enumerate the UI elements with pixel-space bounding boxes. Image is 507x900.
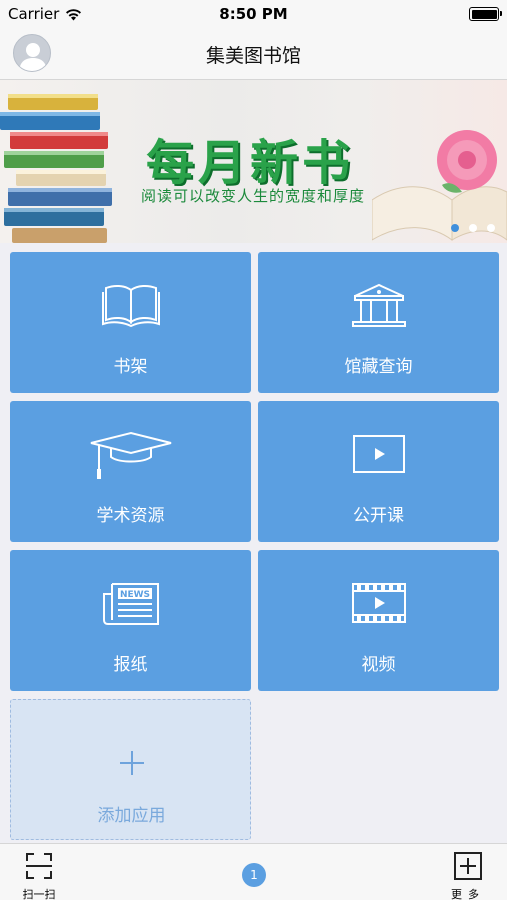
tile-open-course[interactable]: 公开课 [258,401,499,542]
page-indicator-badge: 1 [242,863,266,887]
carousel-dot[interactable] [451,224,459,232]
scan-label: 扫一扫 [22,888,56,900]
banner-carousel[interactable]: 每月新书 阅读可以改变人生的宽度和厚度 [0,80,507,243]
graduation-cap-icon [90,431,171,479]
scan-icon [26,853,52,879]
scan-button[interactable]: 扫一扫 [14,852,64,900]
more-label: 更多 [451,888,485,900]
plus-icon [119,751,144,775]
tile-label: 添加应用 [97,806,166,826]
carousel-dot[interactable] [469,224,477,232]
banner-title: 每月新书 [146,135,355,191]
tile-newspaper[interactable]: NEWS 报纸 [10,550,251,691]
battery-icon [469,7,502,21]
film-play-icon [351,583,406,623]
tile-add-app[interactable]: 添加应用 [10,699,251,840]
tile-label: 学术资源 [96,506,165,526]
library-building-icon [351,283,406,327]
more-button[interactable]: 更多 [443,852,493,900]
open-book-flower-illustration [372,130,507,241]
open-book-icon [101,284,160,328]
tile-video[interactable]: 视频 [258,550,499,691]
tile-label: 报纸 [113,655,148,675]
status-bar: Carrier 8:50 PM [0,0,507,28]
tile-label: 馆藏查询 [344,357,413,377]
page-title: 集美图书馆 [205,45,301,67]
tile-collection-search[interactable]: 馆藏查询 [258,252,499,393]
tile-bookshelf[interactable]: 书架 [10,252,251,393]
tab-bar: 扫一扫 1 更多 [0,843,507,900]
tile-academic-resources[interactable]: 学术资源 [10,401,251,542]
carousel-dot[interactable] [487,224,495,232]
status-time: 8:50 PM [219,5,288,23]
newspaper-icon: NEWS [102,583,159,625]
tile-label: 视频 [361,655,396,675]
carousel-dots[interactable] [451,224,495,232]
play-screen-icon [352,435,405,473]
plus-box-icon [454,852,482,880]
nav-bar: 集美图书馆 [0,28,507,80]
banner-subtitle: 阅读可以改变人生的宽度和厚度 [141,187,366,205]
tile-label: 书架 [113,357,148,377]
tile-label: 公开课 [353,506,404,526]
newspaper-icon-text: NEWS [119,590,149,600]
book-stack-illustration [0,94,112,243]
